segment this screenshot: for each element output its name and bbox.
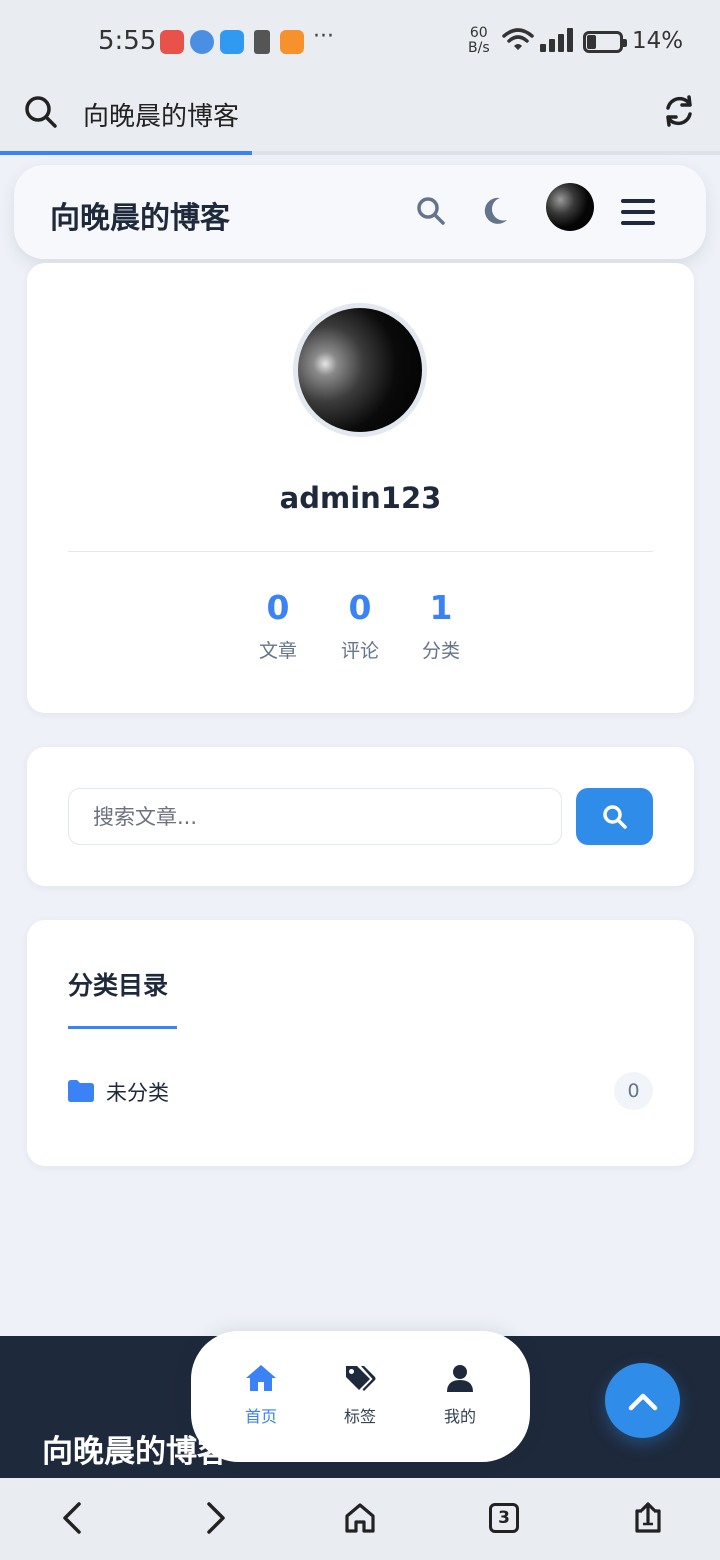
category-name[interactable]: 未分类 — [106, 1077, 169, 1107]
home-button[interactable] — [342, 1500, 378, 1536]
stat-label: 分类 — [421, 640, 460, 662]
status-time: 5:55 — [98, 26, 157, 56]
nav-home[interactable]: 首页 — [221, 1361, 301, 1427]
browser-address-bar[interactable]: 向晚晨的博客 — [0, 82, 720, 152]
web-page: 向晚晨的博客 admin123 0 文章 0 评论 1 分类 搜索文章... 分… — [0, 155, 720, 1478]
alert-app-icon — [254, 30, 270, 54]
back-button[interactable] — [54, 1500, 90, 1536]
category-item[interactable]: 未分类 0 — [68, 1072, 653, 1112]
chevron-left-icon — [63, 1502, 81, 1534]
nav-tags[interactable]: 标签 — [320, 1361, 400, 1427]
video-app-icon — [280, 30, 304, 54]
nav-mine[interactable]: 我的 — [420, 1361, 500, 1427]
stat-categories[interactable]: 1 分类 — [406, 588, 476, 663]
stat-value: 0 — [266, 588, 290, 627]
shopping-app-icon — [160, 30, 184, 54]
share-button[interactable] — [630, 1500, 666, 1536]
refresh-icon[interactable] — [662, 94, 696, 128]
battery-percent: 14% — [632, 28, 684, 54]
stat-label: 文章 — [258, 640, 297, 662]
battery-icon — [583, 31, 627, 53]
site-header: 向晚晨的博客 — [14, 165, 706, 259]
signal-icon — [540, 28, 573, 52]
tab-count: 3 — [489, 1503, 519, 1533]
browser-toolbar: 3 — [0, 1478, 720, 1560]
network-speed: 60 B/s — [468, 25, 490, 56]
user-icon — [447, 1365, 473, 1392]
chevron-up-icon — [628, 1393, 657, 1410]
status-bar: 5:55 ··· 60 B/s 14% — [0, 0, 720, 82]
weather-app-icon — [220, 30, 244, 54]
site-title[interactable]: 向晚晨的博客 — [50, 193, 230, 237]
profile-card: admin123 0 文章 0 评论 1 分类 — [27, 263, 694, 713]
search-card — [27, 747, 694, 886]
dark-mode-moon-icon[interactable] — [481, 196, 509, 226]
tabs-button[interactable]: 3 — [486, 1500, 522, 1536]
more-notifications-icon: ··· — [313, 24, 334, 49]
category-card: 分类目录 未分类 0 — [27, 920, 694, 1166]
stat-articles[interactable]: 0 文章 — [243, 588, 313, 663]
forward-button[interactable] — [198, 1500, 234, 1536]
nav-tags-label: 标签 — [343, 1407, 376, 1426]
chevron-right-icon — [207, 1502, 225, 1534]
browser-app-icon — [190, 30, 214, 54]
stat-value: 0 — [348, 588, 372, 627]
category-title-underline — [68, 1026, 177, 1029]
user-avatar[interactable] — [546, 183, 594, 231]
search-icon[interactable] — [24, 95, 58, 129]
home-outline-icon — [345, 1503, 375, 1533]
hamburger-menu-icon[interactable] — [621, 198, 657, 226]
divider — [68, 551, 653, 552]
wifi-icon — [502, 28, 534, 50]
category-title: 分类目录 — [68, 971, 169, 1000]
nav-home-label: 首页 — [244, 1407, 277, 1426]
stat-label: 评论 — [340, 640, 379, 662]
profile-username: admin123 — [279, 481, 442, 515]
nav-mine-label: 我的 — [443, 1407, 476, 1426]
bottom-navigation: 首页 标签 我的 — [191, 1331, 530, 1462]
search-input[interactable] — [68, 788, 562, 845]
search-icon[interactable] — [416, 196, 446, 226]
profile-avatar — [293, 303, 427, 437]
search-button[interactable] — [576, 788, 653, 845]
address-bar-title[interactable]: 向晚晨的博客 — [83, 96, 239, 133]
category-count-badge: 0 — [614, 1072, 653, 1110]
stat-value: 1 — [429, 588, 453, 627]
share-icon — [635, 1502, 661, 1533]
search-icon — [602, 804, 627, 829]
back-to-top-button[interactable] — [605, 1363, 680, 1438]
folder-icon — [68, 1080, 94, 1102]
tags-icon — [346, 1366, 376, 1391]
home-icon — [246, 1365, 276, 1391]
stat-comments[interactable]: 0 评论 — [325, 588, 395, 663]
